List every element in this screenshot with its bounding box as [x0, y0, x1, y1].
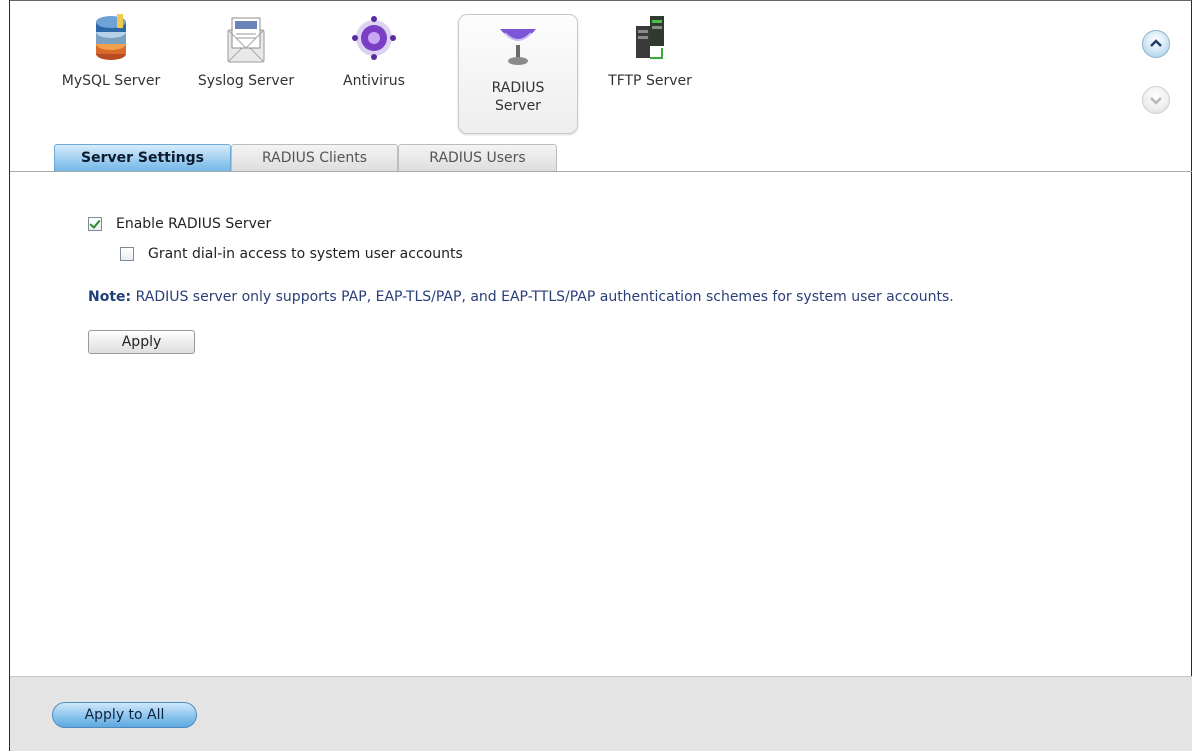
- app-radius-server[interactable]: RADIUS Server: [458, 14, 578, 134]
- app-mysql-server[interactable]: MySQL Server: [52, 14, 170, 132]
- note-prefix: Note:: [88, 289, 132, 305]
- grant-dial-in-row: Grant dial-in access to system user acco…: [120, 246, 463, 262]
- grant-dial-in-label: Grant dial-in access to system user acco…: [148, 246, 463, 262]
- enable-radius-checkbox[interactable]: [88, 217, 102, 231]
- tab-divider: [10, 171, 1192, 172]
- note-text: Note: RADIUS server only supports PAP, E…: [88, 289, 954, 305]
- tab-label: RADIUS Clients: [261, 150, 368, 166]
- tftp-server-icon: [636, 16, 664, 59]
- app-label-line2: Server: [495, 98, 541, 114]
- enable-radius-row: Enable RADIUS Server: [88, 216, 271, 232]
- chevron-down-icon: [1150, 97, 1162, 105]
- chevron-up-icon: [1150, 39, 1162, 47]
- note-body: RADIUS server only supports PAP, EAP-TLS…: [131, 289, 954, 305]
- antivirus-icon: [352, 16, 396, 60]
- apply-to-all-button[interactable]: Apply to All: [52, 702, 197, 728]
- scroll-down-button[interactable]: [1142, 86, 1170, 114]
- apply-button[interactable]: Apply: [88, 330, 195, 354]
- tab-server-settings[interactable]: Server Settings: [54, 144, 231, 172]
- app-antivirus[interactable]: Antivirus: [322, 14, 426, 132]
- app-label: Antivirus: [343, 73, 405, 89]
- app-syslog-server[interactable]: Syslog Server: [184, 14, 308, 132]
- app-label: MySQL Server: [61, 73, 161, 89]
- scroll-up-button[interactable]: [1142, 30, 1170, 58]
- enable-radius-label: Enable RADIUS Server: [116, 216, 272, 232]
- radius-antenna-icon: [500, 29, 536, 65]
- syslog-envelope-icon: [227, 17, 265, 63]
- tab-radius-clients[interactable]: RADIUS Clients: [231, 144, 398, 172]
- app-label-line1: RADIUS: [491, 80, 545, 96]
- tab-label: RADIUS Users: [429, 150, 526, 166]
- app-tftp-server[interactable]: TFTP Server: [594, 14, 706, 132]
- grant-dial-in-checkbox[interactable]: [120, 247, 134, 261]
- app-label: Syslog Server: [197, 73, 295, 89]
- app-label: TFTP Server: [608, 73, 692, 89]
- left-border: [0, 0, 10, 751]
- tab-radius-users[interactable]: RADIUS Users: [398, 144, 557, 172]
- tab-label: Server Settings: [81, 150, 204, 166]
- mysql-database-icon: [96, 14, 126, 60]
